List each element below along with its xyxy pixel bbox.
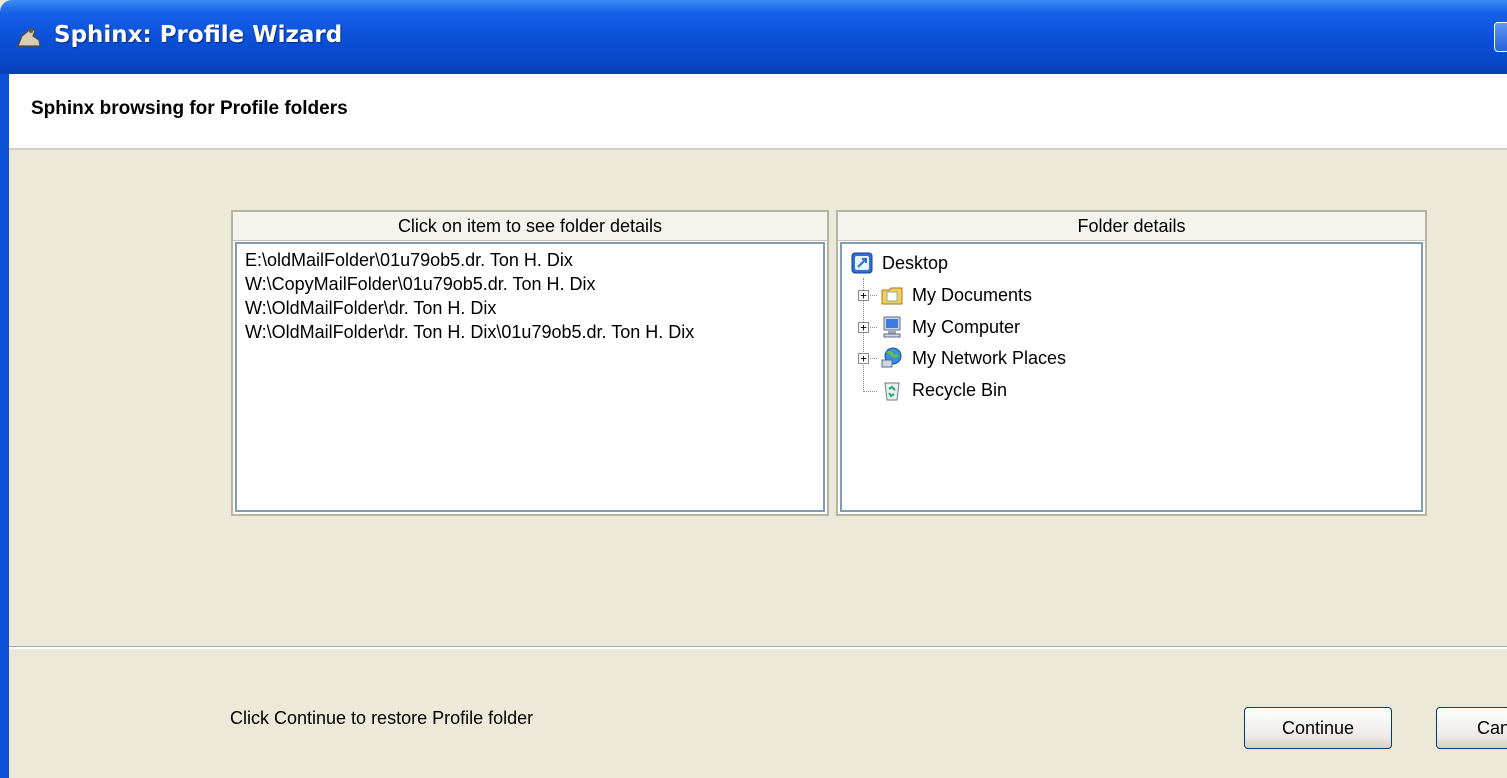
header-divider bbox=[9, 148, 1507, 150]
tree-item-recycle-bin[interactable]: Recycle Bin bbox=[880, 375, 1007, 405]
list-item[interactable]: W:\OldMailFolder\dr. Ton H. Dix\01u79ob5… bbox=[245, 320, 823, 344]
profile-folders-panel: Click on item to see folder details E:\o… bbox=[231, 210, 829, 516]
status-text: Click Continue to restore Profile folder bbox=[230, 708, 534, 728]
expand-toggle[interactable]: + bbox=[858, 290, 869, 301]
my-computer-icon bbox=[883, 316, 901, 338]
page-title: Sphinx browsing for Profile folders bbox=[31, 98, 348, 119]
tree-item-network-places[interactable]: My Network Places bbox=[880, 343, 1066, 373]
folder-details-column-header[interactable]: Folder details bbox=[838, 212, 1425, 241]
wizard-header: Sphinx browsing for Profile folders bbox=[9, 74, 1507, 148]
cancel-button[interactable]: Cancel bbox=[1436, 707, 1507, 749]
tree-item-label: My Computer bbox=[912, 316, 1021, 337]
my-documents-icon bbox=[881, 287, 903, 305]
folder-details-panel: Folder details Desktop + My Documents + … bbox=[836, 210, 1427, 516]
expand-toggle[interactable]: + bbox=[858, 322, 869, 333]
title-bar[interactable]: Sphinx: Profile Wizard bbox=[0, 0, 1507, 74]
expand-toggle[interactable]: + bbox=[858, 353, 869, 364]
list-item[interactable]: W:\OldMailFolder\dr. Ton H. Dix bbox=[245, 296, 823, 320]
window-title: Sphinx: Profile Wizard bbox=[54, 22, 343, 48]
window-frame bbox=[0, 74, 9, 778]
tree-item-my-documents[interactable]: My Documents bbox=[880, 280, 1032, 310]
tree-item-my-computer[interactable]: My Computer bbox=[880, 312, 1020, 342]
tree-connector bbox=[863, 391, 877, 392]
footer-divider bbox=[9, 646, 1507, 649]
tree-item-label: My Network Places bbox=[912, 347, 1067, 368]
desktop-icon bbox=[851, 252, 873, 274]
tree-item-label: My Documents bbox=[912, 284, 1033, 305]
list-item[interactable]: W:\CopyMailFolder\01u79ob5.dr. Ton H. Di… bbox=[245, 272, 823, 296]
folder-tree[interactable]: Desktop + My Documents + My Computer + M… bbox=[840, 242, 1423, 512]
profile-list-column-header[interactable]: Click on item to see folder details bbox=[233, 212, 827, 241]
list-item[interactable]: E:\oldMailFolder\01u79ob5.dr. Ton H. Dix bbox=[245, 248, 823, 272]
tree-item-label: Recycle Bin bbox=[912, 379, 1008, 400]
minimize-button[interactable] bbox=[1494, 22, 1507, 52]
tree-item-desktop[interactable]: Desktop bbox=[850, 248, 948, 278]
recycle-bin-icon bbox=[884, 382, 900, 401]
profile-folder-list[interactable]: E:\oldMailFolder\01u79ob5.dr. Ton H. Dix… bbox=[235, 242, 825, 512]
network-places-icon bbox=[881, 347, 902, 368]
tree-item-label: Desktop bbox=[882, 252, 949, 273]
sphinx-app-icon bbox=[17, 27, 41, 47]
continue-button[interactable]: Continue bbox=[1244, 707, 1392, 749]
